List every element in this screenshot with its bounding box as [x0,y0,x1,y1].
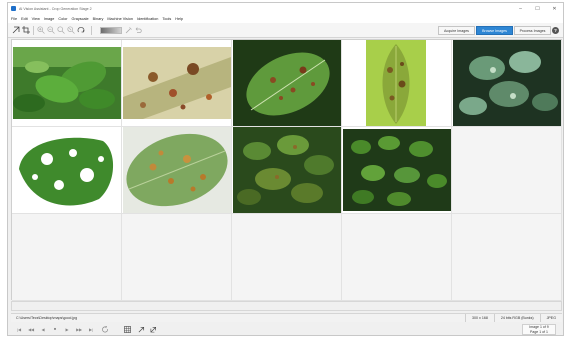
thumbnail-cell[interactable] [122,127,232,214]
green-leaves-icon[interactable] [13,47,121,119]
horizontal-scrollbar[interactable] [11,301,562,311]
first-image-button[interactable]: |◀ [15,325,23,333]
seedlings-icon[interactable] [343,129,451,211]
rust-leaf-icon[interactable] [233,40,341,126]
image-page-indicator: Image 1 of 9 Page 1 of 1 [522,324,556,335]
thumbnail-cell[interactable] [122,40,232,127]
crop-icon[interactable] [22,26,30,34]
navigation-bar: |◀ ◀◀ ◀ ■ ▶ ▶▶ ▶| Image 1 of 9 Page 1 of… [11,323,562,336]
file-format: JPEG [539,314,562,322]
title-bar: AI Vision Assistant - Crop Generation St… [8,3,563,14]
thumbnail-grid [11,39,562,301]
menu-file[interactable]: File [11,17,17,21]
zoom-out-icon[interactable] [47,26,55,34]
empty-cell [452,214,562,301]
diseased-leaf-icon[interactable] [366,40,426,126]
toolbar-separator [91,26,92,35]
stop-button[interactable]: ■ [51,325,59,333]
menu-grayscale[interactable]: Grayscale [71,17,88,21]
window-title: AI Vision Assistant - Crop Generation St… [19,6,92,11]
menu-edit[interactable]: Edit [21,17,28,21]
menu-color[interactable]: Color [58,17,67,21]
thumbnail-cell[interactable] [232,40,342,127]
rewind-button[interactable]: ◀◀ [27,325,35,333]
window-controls: – ☐ ✕ [512,3,563,14]
page-counter: Page 1 of 1 [530,329,548,334]
app-window: AI Vision Assistant - Crop Generation St… [7,2,564,336]
toolbar: Acquire Images Browse Images Process Ima… [8,23,563,38]
empty-cell [452,127,562,214]
maximize-button[interactable]: ☐ [529,3,546,14]
color-depth: 24 bits RGB (Bunks) [493,314,540,322]
export-icon[interactable] [149,325,157,333]
thumbnail-cell[interactable] [12,40,122,127]
zoom-actual-icon[interactable] [67,26,75,34]
menu-binary[interactable]: Binary [93,17,104,21]
menu-image[interactable]: Image [44,17,55,21]
previous-button[interactable]: ◀ [39,325,47,333]
rotate-icon[interactable] [77,26,85,34]
menu-view[interactable]: View [32,17,40,21]
help-icon[interactable]: ? [552,27,559,34]
empty-cell [232,214,342,301]
color-picker-icon[interactable] [125,26,133,34]
menu-help[interactable]: Help [175,17,183,21]
app-icon [11,6,16,11]
tab-process-images[interactable]: Process Images [514,26,551,35]
refresh-icon[interactable] [101,325,109,333]
thumbnail-cell[interactable] [342,40,452,127]
close-button[interactable]: ✕ [546,3,563,14]
undo-icon[interactable] [134,26,142,34]
image-dimensions: 300 x 168 [465,314,494,322]
file-path: C:\Users\Tecs\Desktop\maps\good.jpg [16,316,78,320]
menu-identification[interactable]: Identification [137,17,158,21]
gradient-swatch[interactable] [100,27,122,34]
spotted-leaf-icon[interactable] [123,47,231,119]
tab-acquire-images[interactable]: Acquire Images [438,26,475,35]
grid-view-icon[interactable] [123,325,131,333]
thumbnail-cell[interactable] [342,127,452,214]
status-bar: C:\Users\Tecs\Desktop\maps\good.jpg 300 … [11,313,562,322]
select-all-icon[interactable] [137,325,145,333]
eaten-leaf-icon[interactable] [13,129,121,211]
menu-tools[interactable]: Tools [162,17,171,21]
empty-cell [12,214,122,301]
last-image-button[interactable]: ▶| [87,325,95,333]
zoom-fit-icon[interactable] [57,26,65,34]
select-icon[interactable] [12,26,20,34]
empty-cell [122,214,232,301]
thumbnail-cell[interactable] [232,127,342,214]
thumbnail-cell[interactable] [452,40,562,127]
minimize-button[interactable]: – [512,3,529,14]
tab-browse-images[interactable]: Browse Images [476,26,513,35]
rusty-leaf-closeup-icon[interactable] [123,127,231,213]
next-button[interactable]: ▶ [63,325,71,333]
menu-machine-vision[interactable]: Machine Vision [107,17,133,21]
toolbar-separator [33,26,34,35]
mottled-leaves-icon[interactable] [453,40,561,126]
tomato-leaves-icon[interactable] [233,127,341,213]
thumbnail-cell[interactable] [12,127,122,214]
menu-bar: File Edit View Image Color Grayscale Bin… [8,14,563,23]
fast-forward-button[interactable]: ▶▶ [75,325,83,333]
zoom-in-icon[interactable] [37,26,45,34]
empty-cell [342,214,452,301]
